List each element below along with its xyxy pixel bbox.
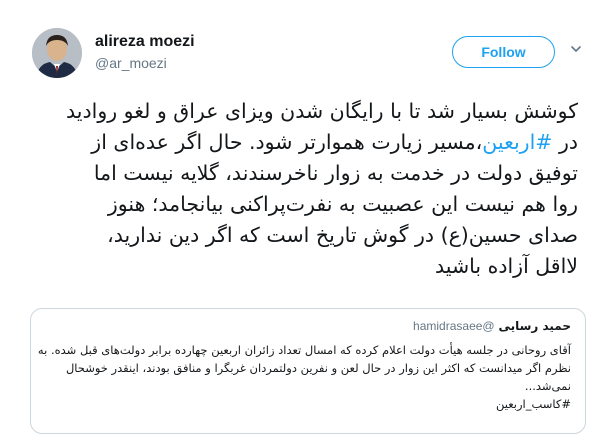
quoted-line: آقای روحانی در جلسه هیأت دولت اعلام کرده…	[37, 343, 571, 357]
quoted-hashtag: #کاسب_اربعین	[495, 397, 571, 411]
tweet-text-fragment: در	[552, 130, 578, 154]
quoted-user-name: حمید رسایی	[498, 319, 571, 333]
profile-photo-icon	[32, 28, 82, 78]
user-name[interactable]: alireza moezi	[95, 33, 195, 51]
quoted-tweet[interactable]: حمید رسایی @hamidrasaee آقای روحانی در ج…	[30, 308, 586, 434]
quoted-line: نمی‌شد...	[524, 379, 571, 393]
tweet-line: کوشش بسیار شد تا با رایگان شدن ویزای عرا…	[66, 99, 578, 123]
hashtag-link[interactable]: #اربعین	[482, 130, 552, 154]
tweet-line: صدای حسین(ع) در گوش تاریخ است که اگر دین…	[107, 223, 578, 247]
tweet-line: لااقل آزاده باشید	[435, 254, 578, 278]
quoted-user-handle: @hamidrasaee	[413, 319, 495, 333]
tweet-line: روا هم نیست این عصبیت به نفرت‌پراکنی بیا…	[107, 192, 578, 216]
quoted-line: نظرم اگر میدانست که اکثر این زوار در حال…	[65, 361, 571, 375]
tweet-text-fragment: ،مسیر زیارت هموارتر شود. حال اگر عده‌ای …	[91, 130, 483, 154]
quoted-tweet-header: حمید رسایی @hamidrasaee	[413, 319, 571, 333]
quoted-tweet-text: آقای روحانی در جلسه هیأت دولت اعلام کرده…	[37, 341, 571, 413]
tweet-line: در #اربعین،مسیر زیارت هموارتر شود. حال ا…	[30, 127, 578, 158]
follow-button[interactable]: Follow	[452, 36, 555, 68]
tweet-text: کوشش بسیار شد تا با رایگان شدن ویزای عرا…	[30, 96, 578, 282]
avatar[interactable]	[32, 28, 82, 78]
user-handle[interactable]: @ar_moezi	[95, 55, 167, 71]
tweet-line: توفیق دولت در خدمت به زوار ناخرسندند، گل…	[93, 161, 578, 185]
chevron-down-icon[interactable]	[571, 44, 581, 54]
